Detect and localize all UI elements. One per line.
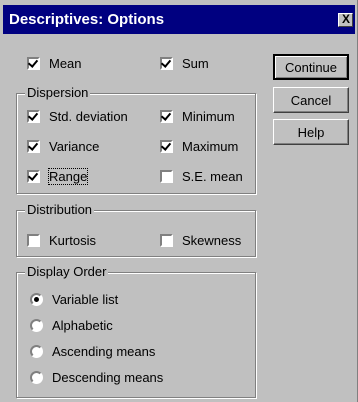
mean-check-box[interactable] — [27, 56, 40, 70]
alphabetic-radio-button[interactable] — [30, 318, 43, 332]
std-deviation-label: Std. deviation — [49, 108, 128, 124]
maximum-checkbox[interactable]: Maximum — [160, 137, 238, 155]
minimum-checkbox[interactable]: Minimum — [160, 107, 235, 125]
alphabetic-radio[interactable]: Alphabetic — [30, 316, 113, 334]
descending-means-radio-button[interactable] — [30, 370, 43, 384]
title-bar[interactable]: Descriptives: Options X — [3, 5, 355, 34]
kurtosis-check-box[interactable] — [27, 233, 40, 247]
ascending-means-radio-button[interactable] — [30, 344, 43, 358]
maximum-label: Maximum — [182, 138, 239, 154]
variance-check-box[interactable] — [27, 139, 40, 153]
minimum-label: Minimum — [182, 108, 235, 124]
sum-label: Sum — [182, 55, 209, 71]
skewness-check-box[interactable] — [160, 233, 173, 247]
cancel-button[interactable]: Cancel — [273, 87, 349, 113]
close-icon: X — [342, 12, 351, 26]
distribution-legend: Distribution — [25, 202, 95, 217]
std-deviation-check-box[interactable] — [27, 109, 40, 123]
alphabetic-label: Alphabetic — [52, 317, 113, 333]
descending-means-radio[interactable]: Descending means — [30, 368, 163, 386]
descending-means-label: Descending means — [52, 369, 164, 385]
sum-check-box[interactable] — [160, 56, 173, 70]
dialog-title: Descriptives: Options — [9, 11, 165, 28]
sum-checkbox[interactable]: Sum — [160, 54, 209, 72]
range-check-box[interactable] — [27, 169, 40, 183]
mean-label: Mean — [49, 55, 82, 71]
se-mean-check-box[interactable] — [160, 169, 173, 183]
variable-list-label: Variable list — [52, 291, 119, 307]
variable-list-radio[interactable]: Variable list — [30, 290, 118, 308]
descriptives-options-dialog: Descriptives: Options X Mean Sum Dispers… — [0, 0, 358, 402]
variance-label: Variance — [49, 138, 100, 154]
variance-checkbox[interactable]: Variance — [27, 137, 99, 155]
kurtosis-label: Kurtosis — [49, 232, 96, 248]
help-button[interactable]: Help — [273, 119, 349, 145]
se-mean-label: S.E. mean — [182, 168, 243, 184]
se-mean-checkbox[interactable]: S.E. mean — [160, 167, 243, 185]
skewness-checkbox[interactable]: Skewness — [160, 231, 241, 249]
mean-checkbox[interactable]: Mean — [27, 54, 82, 72]
dispersion-legend: Dispersion — [25, 85, 91, 100]
minimum-check-box[interactable] — [160, 109, 173, 123]
continue-button[interactable]: Continue — [273, 54, 349, 80]
variable-list-radio-button[interactable] — [30, 292, 43, 306]
range-label: Range — [47, 167, 89, 185]
ascending-means-label: Ascending means — [52, 343, 156, 359]
kurtosis-checkbox[interactable]: Kurtosis — [27, 231, 96, 249]
std-deviation-checkbox[interactable]: Std. deviation — [27, 107, 128, 125]
display-order-legend: Display Order — [25, 264, 109, 279]
maximum-check-box[interactable] — [160, 139, 173, 153]
ascending-means-radio[interactable]: Ascending means — [30, 342, 155, 360]
range-checkbox[interactable]: Range — [27, 167, 89, 185]
skewness-label: Skewness — [182, 232, 242, 248]
close-button[interactable]: X — [338, 12, 353, 27]
